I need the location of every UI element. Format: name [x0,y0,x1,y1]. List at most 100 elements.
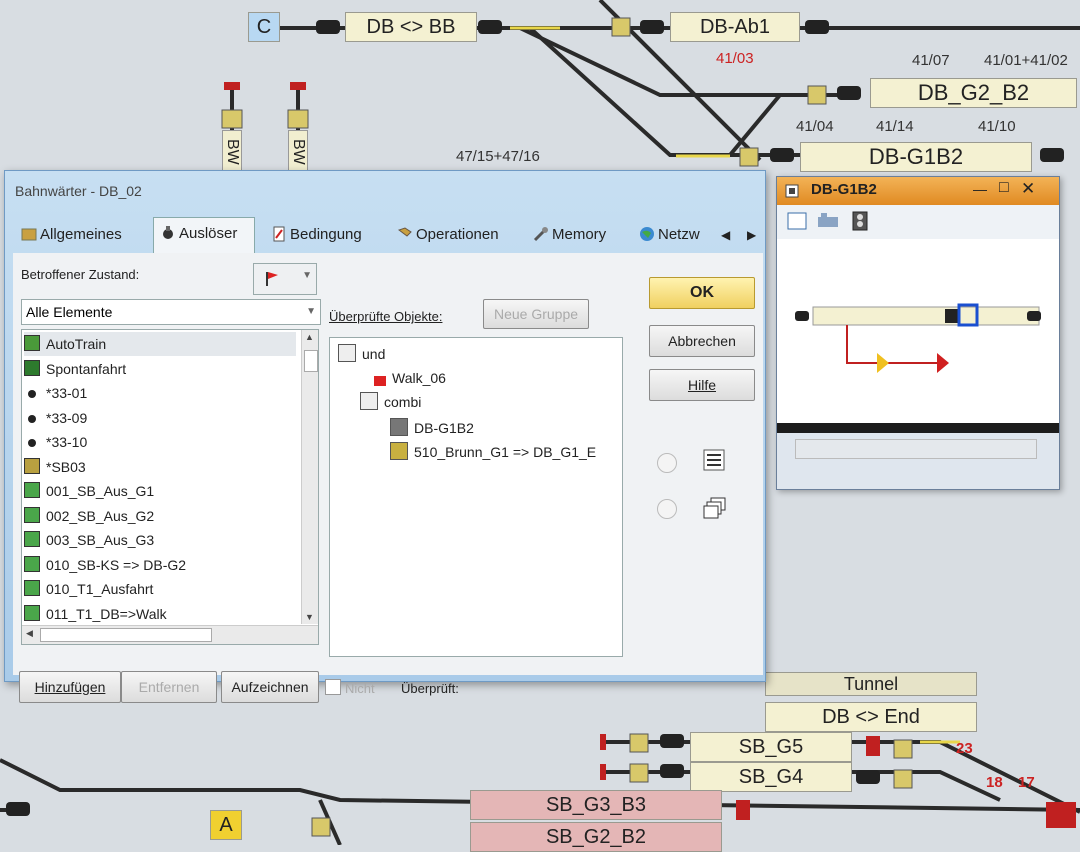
scroll-down-icon[interactable]: ▼ [305,612,314,622]
scroll-thumb[interactable] [304,350,318,372]
scroll-left-icon[interactable]: ◀ [26,628,33,639]
element-list-item[interactable]: 011_T1_DB=>Walk [24,602,167,626]
radio-icon[interactable] [657,453,677,473]
element-list-item[interactable]: *33-09 [24,406,87,430]
add-button[interactable]: Hinzufügen [19,671,121,703]
route-icon [24,506,40,523]
label-41-10: 41/10 [978,118,1016,135]
tab-bedingung[interactable]: Bedingung [265,219,379,251]
train-icon[interactable] [817,211,839,236]
element-filter-select[interactable]: Alle Elemente ▼ [21,299,321,325]
tree-node-label: Walk_06 [392,370,446,386]
tab-memory-label: Memory [552,226,607,243]
tab-scroll-left-icon[interactable]: ◀ [721,219,735,251]
block-sb-g3-b3[interactable]: SB_G3_B3 [470,790,722,820]
tab-scroll-right-icon[interactable]: ▶ [747,219,761,251]
tree-node[interactable]: Walk_06 [374,366,446,390]
route-icon [24,604,40,621]
element-list-item[interactable]: *SB03 [24,455,86,479]
tab-netzwerk-label: Netzw [658,226,700,243]
label-18: 18 [986,774,1003,791]
block-sb-g5[interactable]: SB_G5 [690,732,852,762]
block-db-bb[interactable]: DB <> BB [345,12,477,42]
list-view-icon[interactable] [703,449,725,476]
db-g1b2-window: DB-G1B2 — □ ✕ [776,176,1060,490]
element-list-label: AutoTrain [46,336,107,352]
element-list-item[interactable]: 010_SB-KS => DB-G2 [24,553,186,577]
tab-bedingung-label: Bedingung [290,226,362,243]
maximize-icon[interactable]: □ [999,179,1009,197]
element-list-label: *33-10 [46,434,88,450]
block-sb-g2-b2[interactable]: SB_G2_B2 [470,822,722,852]
label-41-01: 41/01+41/02 [984,52,1068,69]
record-button[interactable]: Aufzeichnen [221,671,319,703]
element-list-label: 003_SB_Aus_G3 [46,532,155,548]
spontanfahrt-icon [24,359,40,376]
ok-button[interactable]: OK [649,277,755,309]
element-list-hscrollbar[interactable]: ◀ [22,625,318,644]
element-list-label: 010_T1_Ausfahrt [46,581,154,597]
element-list-label: Spontanfahrt [46,360,127,377]
minimize-icon[interactable]: — [973,181,987,197]
state-dropdown-arrow-icon: ▼ [302,270,312,281]
route-icon [390,442,408,460]
state-dropdown[interactable]: ▼ [253,263,317,295]
block-preview-diagram [795,303,1041,373]
block-preview [777,239,1059,423]
element-list-item[interactable]: Spontanfahrt [24,357,126,381]
block-db-g2-b2[interactable]: DB_G2_B2 [870,78,1077,108]
element-list-vscrollbar[interactable]: ▲ ▼ [301,330,318,624]
remove-button[interactable]: Entfernen [121,671,217,703]
element-list-item[interactable]: 001_SB_Aus_G1 [24,479,154,503]
block-tunnel[interactable]: Tunnel [765,672,977,696]
hscroll-thumb[interactable] [40,628,212,642]
help-button[interactable]: Hilfe [649,369,755,401]
tree-node[interactable]: combi [360,390,421,414]
tree-node[interactable]: und [338,342,385,366]
signal-icon[interactable] [851,211,869,236]
label-23: 23 [956,740,973,757]
element-list-item[interactable]: 003_SB_Aus_G3 [24,528,154,552]
block-icon [24,457,40,474]
red-flag-icon [264,270,280,293]
block-sb-g4[interactable]: SB_G4 [690,762,852,792]
flag-icon [374,376,386,386]
tab-operationen-label: Operationen [416,226,499,243]
element-list[interactable]: AutoTrain Spontanfahrt *33-01 *33-09 *33-10 *… [21,329,319,645]
tab-operationen[interactable]: Operationen [391,219,517,251]
window-icon[interactable] [787,211,807,236]
tab-allgemeines[interactable]: Allgemeines [15,219,147,251]
tab-bar: Allgemeines Auslöser Bedingung Operation… [13,217,763,254]
tab-netzwerk[interactable]: Netzw [633,219,715,251]
cancel-button[interactable]: Abbrechen [649,325,755,357]
element-list-item[interactable]: 002_SB_Aus_G2 [24,504,154,528]
scroll-up-icon[interactable]: ▲ [305,332,314,342]
tab-ausloeser[interactable]: Auslöser [153,217,255,254]
window-menu-icon[interactable] [785,184,799,203]
close-icon[interactable]: ✕ [1021,179,1035,199]
condition-icon [271,222,287,242]
new-group-button[interactable]: Neue Gruppe [483,299,589,329]
copy-icon[interactable] [703,497,727,524]
window-scrollbar[interactable] [795,439,1037,459]
checked-objects-tree[interactable]: und Walk_06combi DB-G1B2 510_Brunn_G1 => DB… [329,337,623,657]
element-list-item[interactable]: 010_T1_Ausfahrt [24,577,153,601]
element-list-label: *33-09 [46,409,88,426]
memory-icon [533,222,549,242]
block-db-ab1[interactable]: DB-Ab1 [670,12,800,42]
tab-memory[interactable]: Memory [527,219,629,251]
element-list-label: 010_SB-KS => DB-G2 [46,556,187,573]
element-list-item[interactable]: *33-10 [24,430,87,454]
dot-icon [28,390,36,398]
filter-dropdown-icon: ▼ [306,306,316,317]
tree-node[interactable]: 510_Brunn_G1 => DB_G1_E [390,440,596,464]
element-list-item[interactable]: AutoTrain [24,332,296,356]
tree-node[interactable]: DB-G1B2 [390,416,474,440]
element-list-item[interactable]: *33-01 [24,381,87,405]
window-titlebar[interactable]: DB-G1B2 — □ ✕ [777,177,1059,205]
not-checkbox[interactable] [325,679,341,695]
block-db-end[interactable]: DB <> End [765,702,977,732]
radio-icon-2[interactable] [657,499,677,519]
block-db-g1b2[interactable]: DB-G1B2 [800,142,1032,172]
label-41-14: 41/14 [876,118,914,135]
